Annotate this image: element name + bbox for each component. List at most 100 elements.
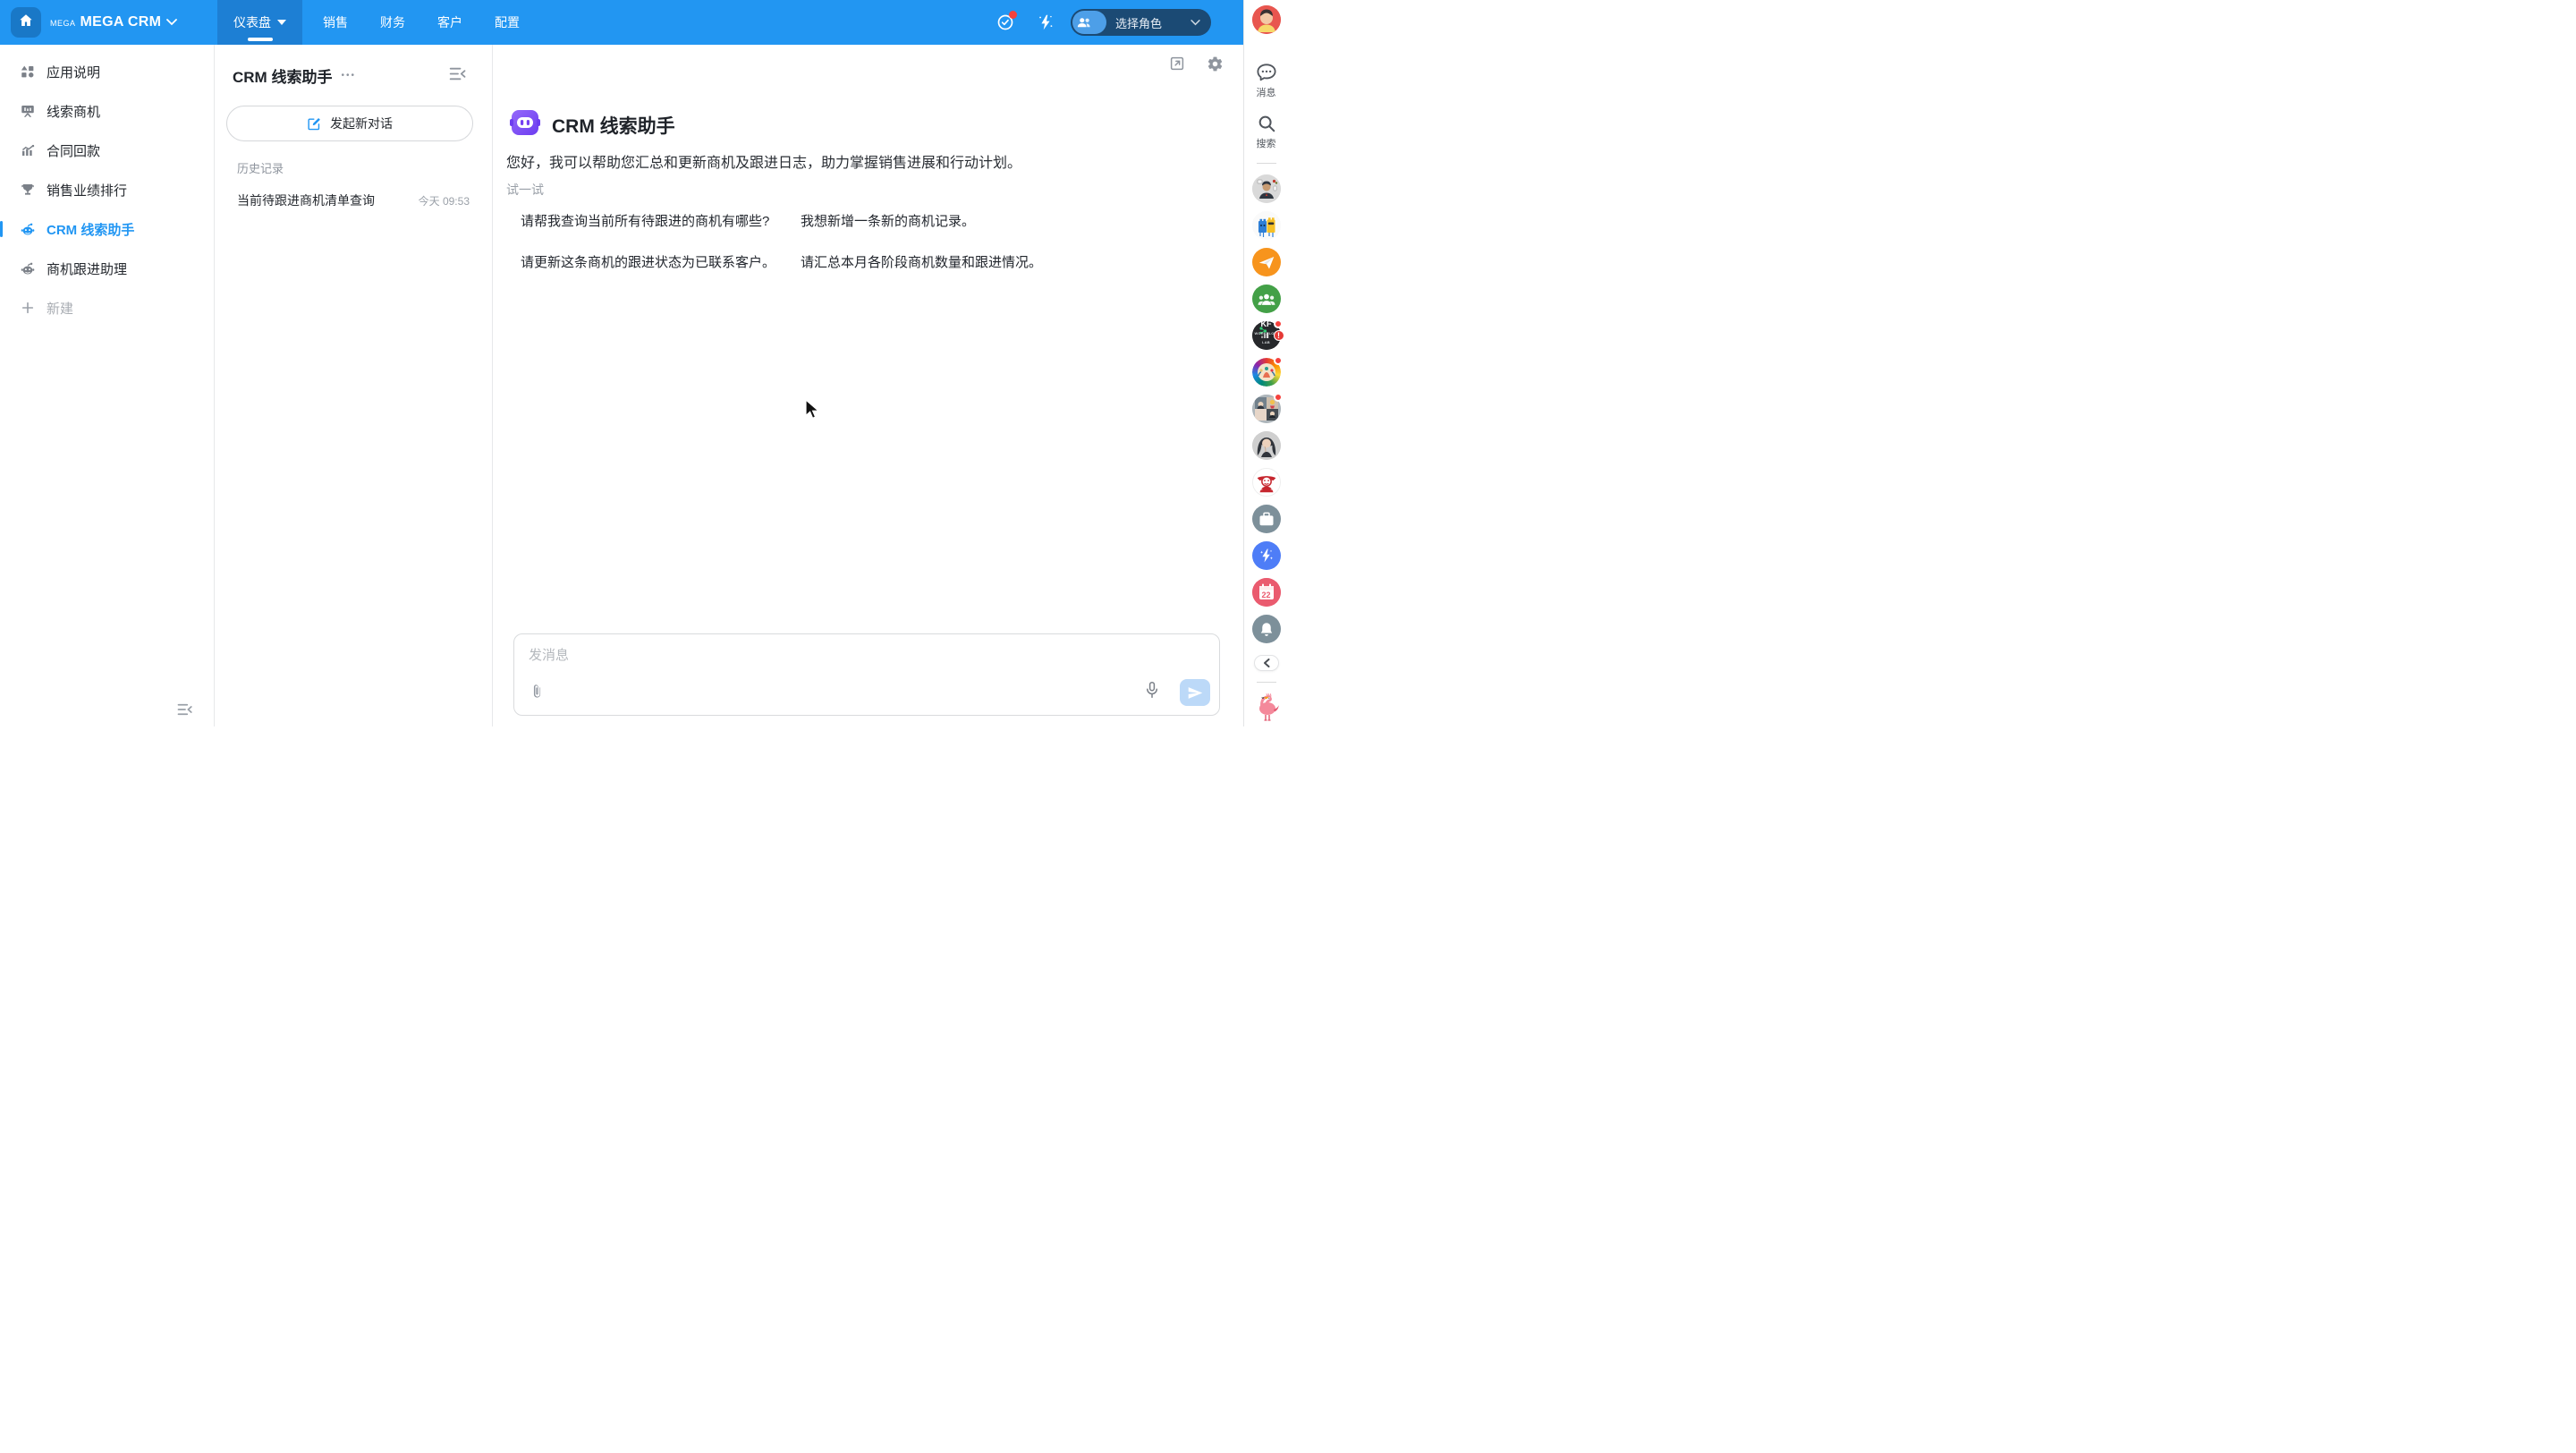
attach-button[interactable] — [529, 683, 546, 704]
brand-name: MEGA CRM — [80, 14, 162, 30]
select-role-button[interactable]: 选择角色 — [1071, 9, 1211, 36]
rail-divider — [1257, 163, 1276, 164]
tab-customers[interactable]: 客户 — [426, 0, 474, 45]
tab-finance[interactable]: 财务 — [369, 0, 417, 45]
user-avatar[interactable] — [1252, 5, 1281, 34]
unread-badge — [1274, 356, 1283, 365]
left-sidebar: 应用说明 线索商机 合同回款 销售业绩排行 — [0, 45, 215, 726]
sidebar-item-followup-assistant[interactable]: 商机跟进助理 — [0, 249, 214, 288]
sidebar-item-crm-lead-assistant[interactable]: CRM 线索助手 — [0, 209, 214, 249]
send-button[interactable] — [1180, 679, 1210, 706]
sidebar-item-ranking[interactable]: 销售业绩排行 — [0, 170, 214, 209]
message-input[interactable] — [527, 643, 1207, 679]
contact-avatar-kf-workflow-lab[interactable]: ! KFWORKFLOW LAB — [1252, 321, 1281, 350]
suggestion-update-status[interactable]: 请更新这条商机的跟进状态为已联系客户。 — [521, 252, 775, 271]
contact-avatar-celebration[interactable] — [1252, 358, 1281, 387]
search-button[interactable]: 搜索 — [1257, 114, 1276, 150]
contact-avatar-lightning[interactable] — [1252, 541, 1281, 570]
contact-avatar-lego-blocks[interactable] — [1252, 211, 1281, 240]
sidebar-collapse-button[interactable] — [175, 700, 195, 719]
assistant-header: CRM 线索助手 — [510, 107, 675, 142]
contact-avatar-woman-illustration[interactable] — [1252, 431, 1281, 460]
quick-actions-button[interactable] — [1036, 0, 1055, 45]
top-navigation-bar: MEGA MEGA CRM 仪表盘 销售 财务 客户 配置 — [0, 0, 1243, 45]
search-icon — [1257, 114, 1276, 133]
welcome-message: 您好，我可以帮助您汇总和更新商机及跟进日志，助力掌握销售进展和行动计划。 — [506, 150, 1021, 172]
chevron-left-icon — [1263, 659, 1270, 667]
messages-button[interactable]: 消息 — [1256, 63, 1277, 99]
history-label: 历史记录 — [237, 159, 284, 176]
kf-label: KF — [1261, 319, 1272, 328]
settings-button[interactable] — [1207, 55, 1224, 77]
sidebar-item-label: 线索商机 — [47, 102, 100, 121]
contact-avatar-team-group[interactable] — [1252, 285, 1281, 313]
tab-label: 仪表盘 — [233, 13, 271, 31]
suggestion-query-followups[interactable]: 请帮我查询当前所有待跟进的商机有哪些? — [521, 211, 769, 230]
search-label: 搜索 — [1257, 136, 1276, 150]
suggestion-add-opportunity[interactable]: 我想新增一条新的商机记录。 — [801, 211, 975, 230]
more-menu-button[interactable]: ••• — [341, 72, 356, 81]
history-item-time: 今天 09:53 — [419, 193, 470, 208]
presentation-icon — [20, 103, 36, 119]
rail-collapse-button[interactable] — [1254, 655, 1279, 671]
tab-dashboard[interactable]: 仪表盘 — [217, 0, 302, 45]
panel-header: CRM 线索助手 ••• — [233, 64, 474, 87]
caret-down-icon — [277, 20, 286, 25]
active-item-indicator — [0, 221, 3, 237]
contact-avatar-office-person[interactable] — [1252, 174, 1281, 203]
plus-icon — [20, 300, 36, 316]
suggestion-monthly-summary[interactable]: 请汇总本月各阶段商机数量和跟进情况。 — [801, 252, 1042, 271]
mega-crm-app: MEGA MEGA CRM 仪表盘 销售 财务 客户 配置 — [0, 0, 1288, 726]
sidebar-new-button[interactable]: 新建 — [0, 288, 214, 327]
unread-badge — [1274, 319, 1283, 328]
message-input-container — [513, 633, 1220, 716]
panel-collapse-button[interactable] — [449, 67, 467, 85]
voice-input-button[interactable] — [1144, 681, 1160, 703]
contact-avatar-flamingo[interactable] — [1250, 690, 1283, 722]
contact-avatar-red-figure[interactable] — [1252, 468, 1281, 497]
sparkle-bolt-icon — [1036, 13, 1055, 32]
alert-badge: ! — [1274, 330, 1284, 341]
sidebar-item-label: 销售业绩排行 — [47, 181, 127, 200]
contact-avatar-calendar[interactable]: 22 — [1252, 578, 1281, 607]
contact-avatar-bell[interactable] — [1252, 615, 1281, 643]
new-conversation-label: 发起新对话 — [330, 115, 393, 132]
sidebar-item-leads[interactable]: 线索商机 — [0, 91, 214, 131]
home-icon — [18, 13, 34, 33]
people-icon — [1076, 16, 1092, 29]
tab-sales[interactable]: 销售 — [311, 0, 360, 45]
robot-icon — [20, 260, 36, 276]
message-bubble-icon — [1256, 63, 1277, 82]
panel-title: CRM 线索助手 — [233, 64, 332, 87]
robot-icon — [20, 221, 36, 237]
contact-avatar-paper-plane[interactable] — [1252, 248, 1281, 276]
sidebar-item-app-guide[interactable]: 应用说明 — [0, 52, 214, 91]
messenger-rail: 消息 搜索 ! KFWORKFLOW LAB — [1243, 0, 1288, 726]
chat-area: CRM 线索助手 您好，我可以帮助您汇总和更新商机及跟进日志，助力掌握销售进展和… — [493, 45, 1243, 726]
tab-label: 配置 — [495, 13, 520, 31]
chevron-down-icon — [166, 19, 177, 26]
tab-settings[interactable]: 配置 — [483, 0, 531, 45]
new-conversation-button[interactable]: 发起新对话 — [226, 106, 473, 141]
role-button-label: 选择角色 — [1115, 14, 1191, 31]
contact-avatar-briefcase[interactable] — [1252, 505, 1281, 533]
sidebar-new-label: 新建 — [47, 299, 73, 318]
collapse-panel-icon — [177, 703, 193, 716]
calendar-day: 22 — [1252, 591, 1281, 599]
tasks-check-button[interactable] — [996, 0, 1014, 45]
active-tab-indicator — [248, 38, 273, 41]
tab-label: 销售 — [323, 13, 348, 31]
sidebar-item-label: CRM 线索助手 — [47, 220, 134, 239]
sidebar-item-label: 合同回款 — [47, 141, 100, 160]
app-brand[interactable]: MEGA MEGA CRM — [50, 0, 177, 45]
open-external-button[interactable] — [1169, 55, 1185, 77]
conversation-panel: CRM 线索助手 ••• 发起新对话 历史记录 当前待跟进商机清单查询 今天 0… — [215, 45, 493, 726]
collapse-panel-icon — [449, 67, 467, 81]
compose-icon — [307, 116, 322, 132]
sidebar-item-contracts[interactable]: 合同回款 — [0, 131, 214, 170]
main-tabs: 仪表盘 销售 财务 客户 配置 — [217, 0, 531, 45]
paperclip-icon — [529, 683, 546, 700]
home-button[interactable] — [11, 7, 41, 38]
contact-avatar-photo-collage[interactable] — [1252, 395, 1281, 423]
history-item[interactable]: 当前待跟进商机清单查询 今天 09:53 — [226, 184, 480, 217]
